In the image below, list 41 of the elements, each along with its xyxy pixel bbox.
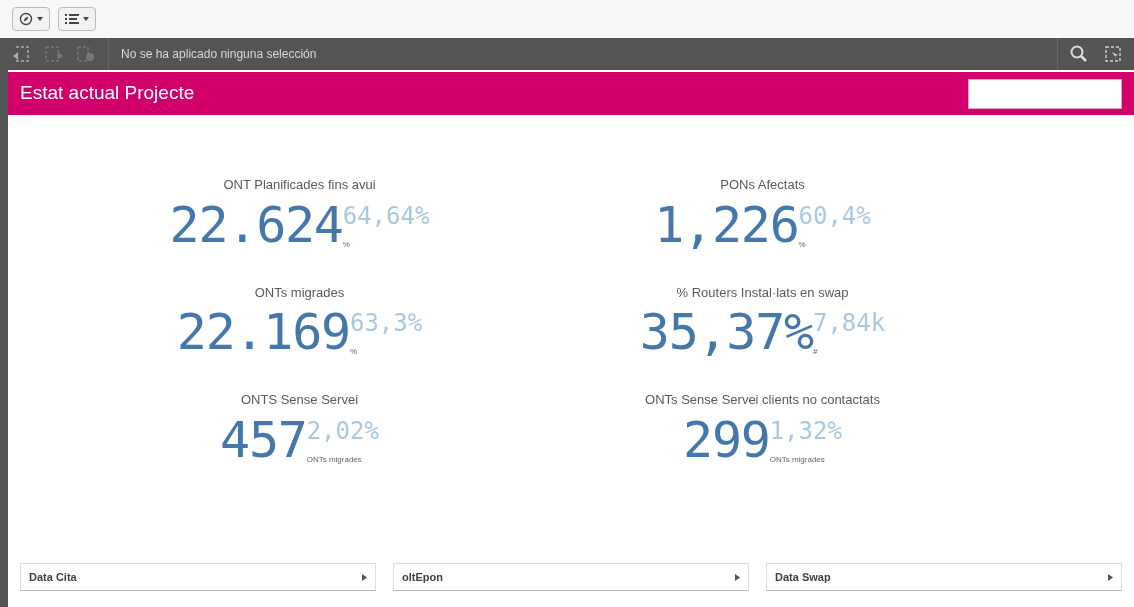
search-icon[interactable] [1070, 45, 1088, 63]
kpi-secondary-value: 7,84k [812, 310, 886, 336]
expand-arrow-icon [362, 573, 367, 581]
kpi-value: 35,37% [639, 306, 813, 358]
kpi-secondary-value: 1,32% [769, 417, 842, 444]
kpi-value: 1,226 [654, 198, 799, 251]
kpi-value: 457 [220, 413, 307, 466]
kpi-title: % Routers Instal·lats en swap [676, 283, 849, 302]
selection-status: No se ha aplicado ninguna selección [121, 46, 318, 63]
kpi-sublabel: % [798, 239, 806, 251]
filter-pane[interactable]: Data Swap [766, 563, 1122, 591]
expand-arrow-icon [1108, 573, 1113, 581]
kpi-sublabel: % [349, 347, 358, 358]
kpi-value: 22.624 [169, 198, 343, 251]
sheet-title: Estat actual Projecte [20, 81, 195, 106]
kpi-sublabel: ONTs migrades [769, 454, 825, 466]
toolbar-dropdown-button[interactable] [58, 7, 96, 31]
kpi-title: ONTs migrades [254, 283, 345, 302]
kpi-secondary-value: 2,02% [306, 417, 379, 444]
expand-arrow-icon [735, 573, 740, 581]
caret-icon [37, 17, 43, 21]
selection-tool-icon[interactable] [1104, 45, 1122, 63]
filter-pane[interactable]: Data Cita [20, 563, 376, 591]
kpi-sublabel: # [812, 347, 818, 358]
kpi-value: 22.169 [176, 306, 350, 358]
kpi-title: ONT Planificades fins avui [223, 176, 376, 194]
kpi-sublabel: % [342, 239, 350, 251]
compass-icon [19, 12, 33, 26]
list-icon [65, 13, 79, 25]
kpi-title: ONTs Sense Servei clients no contactats [645, 391, 880, 409]
step-back-icon[interactable] [12, 45, 32, 63]
kpi-sublabel: ONTs migrades [306, 454, 362, 466]
kpi-secondary-value: 63,3% [349, 310, 423, 336]
kpi-secondary-value: 60,4% [798, 202, 871, 229]
kpi-title: ONTS Sense Servei [240, 391, 358, 409]
toolbar-dropdown-button[interactable] [12, 7, 50, 31]
caret-icon [83, 17, 89, 21]
kpi-secondary-value: 64,64% [342, 202, 430, 229]
kpi-value: 299 [683, 413, 770, 466]
filter-pane[interactable]: oltEpon [393, 563, 749, 591]
kpi-title: PONs Afectats [720, 176, 805, 194]
